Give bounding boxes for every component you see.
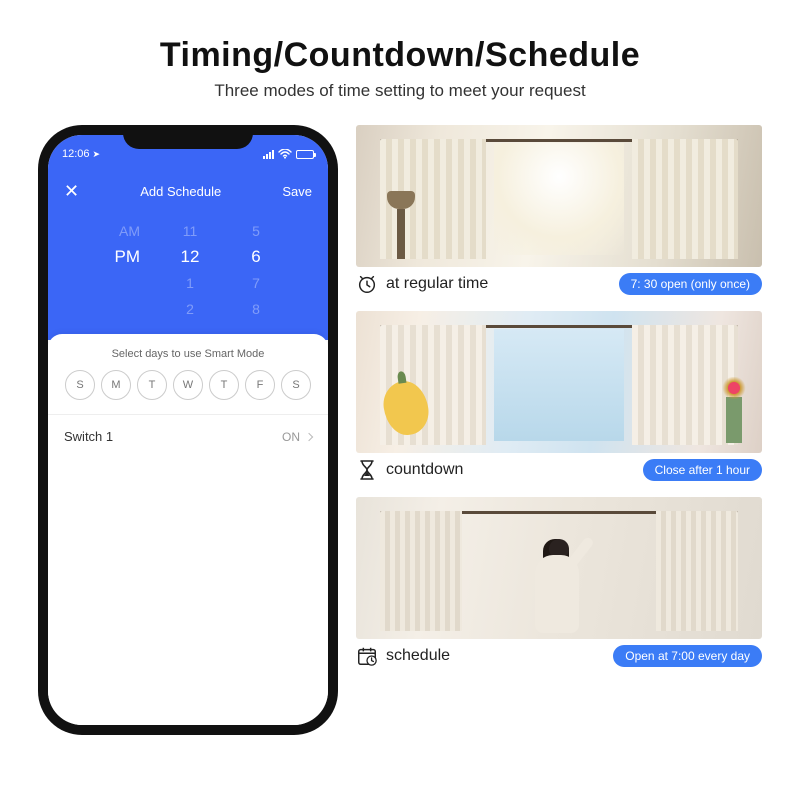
picker-hour-selected: 12 — [174, 244, 206, 270]
day-wednesday[interactable]: W — [173, 370, 203, 400]
close-button[interactable]: ✕ — [64, 181, 79, 202]
picker-period — [104, 270, 140, 296]
picker-hour: 2 — [174, 296, 206, 322]
feature-pill: 7: 30 open (only once) — [619, 273, 762, 295]
screen-title: Add Schedule — [140, 184, 221, 199]
status-time: 12:06 — [62, 148, 90, 160]
clock-icon — [356, 273, 378, 295]
picker-minute: 5 — [240, 218, 272, 244]
page-title: Timing/Countdown/Schedule — [32, 36, 768, 75]
picker-period-selected: PM — [104, 244, 140, 270]
switch-row[interactable]: Switch 1 ON — [48, 414, 328, 458]
location-arrow-icon: ➤ — [93, 149, 101, 160]
day-friday[interactable]: F — [245, 370, 275, 400]
feature-regular-time: at regular time 7: 30 open (only once) — [356, 125, 762, 295]
picker-period — [104, 296, 140, 322]
calendar-icon — [356, 645, 378, 667]
picker-hour: 11 — [174, 218, 206, 244]
phone-screen: 12:06 ➤ ✕ Add Schedule Save — [48, 135, 328, 725]
feature-photo — [356, 311, 762, 453]
day-saturday[interactable]: S — [281, 370, 311, 400]
day-sunday[interactable]: S — [65, 370, 95, 400]
feature-label: schedule — [386, 647, 450, 665]
phone-notch — [123, 125, 253, 149]
time-picker[interactable]: AM 11 5 PM 12 6 1 7 2 8 — [48, 212, 328, 340]
feature-countdown: countdown Close after 1 hour — [356, 311, 762, 481]
smart-mode-label: Select days to use Smart Mode — [48, 348, 328, 360]
switch-value: ON — [282, 430, 300, 444]
day-thursday[interactable]: T — [209, 370, 239, 400]
feature-label: countdown — [386, 461, 463, 479]
picker-period: AM — [104, 218, 140, 244]
day-tuesday[interactable]: T — [137, 370, 167, 400]
feature-pill: Close after 1 hour — [643, 459, 762, 481]
picker-minute: 8 — [240, 296, 272, 322]
picker-minute-selected: 6 — [240, 244, 272, 270]
feature-label: at regular time — [386, 275, 488, 293]
feature-photo — [356, 125, 762, 267]
page-subtitle: Three modes of time setting to meet your… — [32, 81, 768, 101]
day-selector: S M T W T F S — [48, 370, 328, 400]
feature-pill: Open at 7:00 every day — [613, 645, 762, 667]
chevron-right-icon — [305, 432, 313, 440]
hourglass-icon — [356, 459, 378, 481]
wifi-icon — [278, 149, 292, 159]
picker-hour: 1 — [174, 270, 206, 296]
switch-label: Switch 1 — [64, 429, 113, 444]
signal-icon — [263, 150, 274, 159]
feature-photo — [356, 497, 762, 639]
phone-mockup: 12:06 ➤ ✕ Add Schedule Save — [38, 125, 338, 735]
save-button[interactable]: Save — [282, 184, 312, 199]
picker-minute: 7 — [240, 270, 272, 296]
day-monday[interactable]: M — [101, 370, 131, 400]
feature-schedule: schedule Open at 7:00 every day — [356, 497, 762, 667]
battery-icon — [296, 150, 314, 159]
